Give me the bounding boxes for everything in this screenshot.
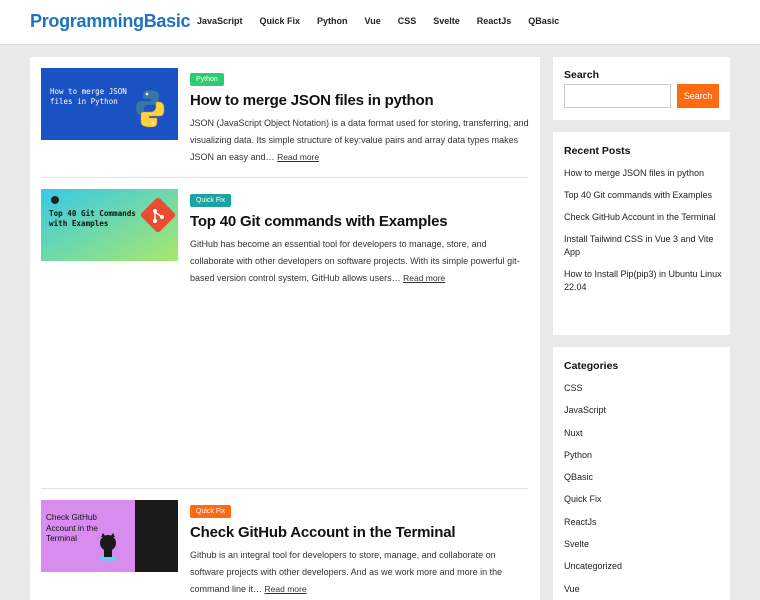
- github-octocat-icon: [51, 196, 59, 204]
- nav-python[interactable]: Python: [317, 16, 348, 26]
- site-header: ProgrammingBasic JavaScript Quick Fix Py…: [0, 0, 760, 45]
- category-link[interactable]: JavaScript: [564, 404, 724, 417]
- read-more-link[interactable]: Read more: [265, 584, 307, 594]
- post-excerpt: Github is an integral tool for developer…: [190, 547, 530, 598]
- nav-vue[interactable]: Vue: [365, 16, 381, 26]
- post-card: Check GitHub Account in the Terminal Qui…: [41, 500, 528, 600]
- recent-post-link[interactable]: Install Tailwind CSS in Vue 3 and Vite A…: [564, 233, 724, 259]
- search-widget: Search Search: [553, 57, 730, 120]
- excerpt-text: JSON (JavaScript Object Notation) is a d…: [190, 118, 529, 162]
- category-link[interactable]: Vue: [564, 583, 724, 596]
- post-title[interactable]: Top 40 Git commands with Examples: [190, 213, 530, 230]
- category-badge[interactable]: Python: [190, 73, 224, 86]
- category-link[interactable]: Uncategorized: [564, 560, 724, 573]
- post-excerpt: GitHub has become an essential tool for …: [190, 236, 530, 287]
- recent-posts-widget: Recent Posts How to merge JSON files in …: [553, 132, 730, 335]
- nav-javascript[interactable]: JavaScript: [197, 16, 243, 26]
- post-title[interactable]: Check GitHub Account in the Terminal: [190, 524, 530, 541]
- post-list: How to merge JSON files in Python Python…: [30, 57, 540, 600]
- main-nav: JavaScript Quick Fix Python Vue CSS Svel…: [197, 16, 576, 26]
- post-divider: [41, 177, 528, 178]
- thumbnail-caption: Check GitHub Account in the Terminal: [46, 513, 98, 543]
- search-button[interactable]: Search: [677, 84, 719, 108]
- nav-svelte[interactable]: Svelte: [433, 16, 460, 26]
- recent-post-link[interactable]: Check GitHub Account in the Terminal: [564, 211, 724, 224]
- nav-reactjs[interactable]: ReactJs: [477, 16, 512, 26]
- recent-posts-list: How to merge JSON files in python Top 40…: [564, 167, 724, 294]
- recent-posts-title: Recent Posts: [564, 145, 631, 157]
- excerpt-text: Github is an integral tool for developer…: [190, 550, 503, 594]
- site-logo[interactable]: ProgrammingBasic: [30, 11, 191, 32]
- post-divider: [41, 488, 528, 489]
- category-link[interactable]: Svelte: [564, 538, 724, 551]
- search-widget-title: Search: [564, 69, 600, 81]
- category-link[interactable]: Python: [564, 449, 724, 462]
- categories-title: Categories: [564, 360, 619, 372]
- category-link[interactable]: Nuxt: [564, 427, 724, 440]
- read-more-link[interactable]: Read more: [403, 273, 445, 283]
- post-thumbnail[interactable]: Check GitHub Account in the Terminal: [41, 500, 178, 572]
- post-body: Python How to merge JSON files in python…: [190, 68, 530, 166]
- categories-list: CSS JavaScript Nuxt Python QBasic Quick …: [564, 382, 724, 596]
- category-link[interactable]: QBasic: [564, 471, 724, 484]
- thumbnail-caption: How to merge JSON files in Python: [50, 87, 127, 106]
- nav-quick-fix[interactable]: Quick Fix: [260, 16, 301, 26]
- post-body: Quick Fix Check GitHub Account in the Te…: [190, 500, 530, 598]
- post-thumbnail[interactable]: How to merge JSON files in Python: [41, 68, 178, 140]
- category-link[interactable]: ReactJs: [564, 516, 724, 529]
- search-input[interactable]: [564, 84, 671, 108]
- post-card: Top 40 Git Commands with Examples Quick …: [41, 189, 528, 299]
- read-more-link[interactable]: Read more: [277, 152, 319, 162]
- thumbnail-caption: Top 40 Git Commands with Examples: [49, 209, 136, 228]
- post-excerpt: JSON (JavaScript Object Notation) is a d…: [190, 115, 530, 166]
- post-title[interactable]: How to merge JSON files in python: [190, 92, 530, 109]
- recent-post-link[interactable]: Top 40 Git commands with Examples: [564, 189, 724, 202]
- post-body: Quick Fix Top 40 Git commands with Examp…: [190, 189, 530, 287]
- category-link[interactable]: Quick Fix: [564, 493, 724, 506]
- recent-post-link[interactable]: How to Install Pip(pip3) in Ubuntu Linux…: [564, 268, 724, 294]
- category-badge[interactable]: Quick Fix: [190, 505, 232, 518]
- post-card: How to merge JSON files in Python Python…: [41, 68, 530, 178]
- categories-widget: Categories CSS JavaScript Nuxt Python QB…: [553, 347, 730, 600]
- excerpt-text: GitHub has become an essential tool for …: [190, 239, 520, 283]
- nav-qbasic[interactable]: QBasic: [528, 16, 559, 26]
- category-link[interactable]: CSS: [564, 382, 724, 395]
- recent-post-link[interactable]: How to merge JSON files in python: [564, 167, 724, 180]
- post-thumbnail[interactable]: Top 40 Git Commands with Examples: [41, 189, 178, 261]
- nav-css[interactable]: CSS: [398, 16, 417, 26]
- category-badge[interactable]: Quick Fix: [190, 194, 232, 207]
